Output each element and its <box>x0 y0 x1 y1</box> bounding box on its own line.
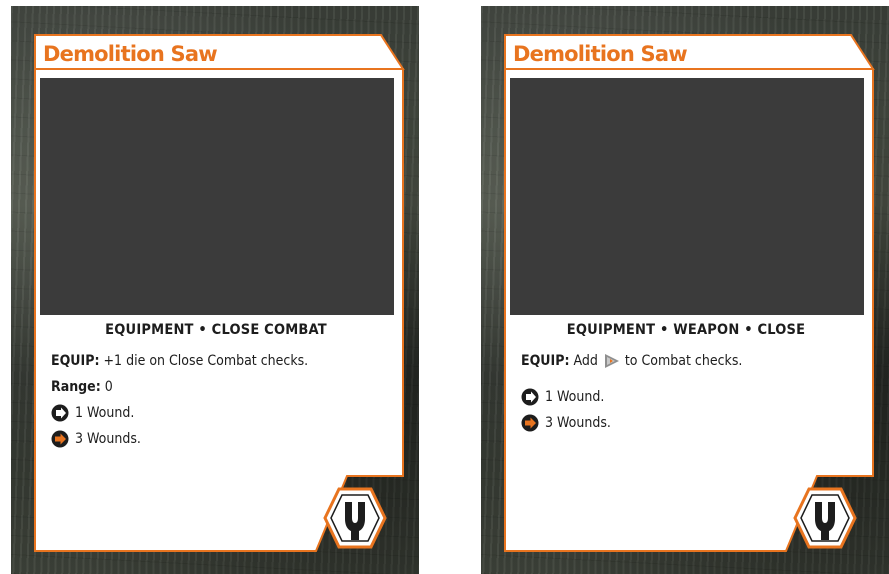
effect-line-2: 3 Wounds. <box>51 426 393 452</box>
equip-text-before: Add <box>573 353 598 369</box>
card-text-box: EQUIPMENT • WEAPON • CLOSE EQUIP: Add to… <box>509 322 863 436</box>
card-art-placeholder <box>40 78 394 315</box>
orange-arrow-icon <box>521 414 539 432</box>
effect-text-2: 3 Wounds. <box>545 415 611 431</box>
equip-line: EQUIP: +1 die on Close Combat checks. <box>51 348 393 374</box>
equip-text: +1 die on Close Combat checks. <box>103 353 309 369</box>
wrench-icon <box>323 487 387 549</box>
equip-text-after: to Combat checks. <box>624 353 743 369</box>
card-art-placeholder <box>510 78 864 315</box>
effect-line-1: 1 Wound. <box>521 384 863 410</box>
card-text-box: EQUIPMENT • CLOSE COMBAT EQUIP: +1 die o… <box>39 322 393 452</box>
effect-line-1: 1 Wound. <box>51 400 393 426</box>
effect-text-2: 3 Wounds. <box>75 431 141 447</box>
equip-label: EQUIP: <box>51 353 100 369</box>
equip-line: EQUIP: Add to Combat checks. <box>521 348 863 374</box>
range-value: 0 <box>104 379 113 395</box>
range-label: Range: <box>51 379 101 395</box>
range-line: Range: 0 <box>51 374 393 400</box>
effect-text-1: 1 Wound. <box>545 389 605 405</box>
wrench-icon <box>793 487 857 549</box>
card-title: Demolition Saw <box>43 42 218 66</box>
card-title: Demolition Saw <box>513 42 688 66</box>
black-arrow-icon <box>51 404 69 422</box>
orange-arrow-icon <box>51 430 69 448</box>
equipment-card-2[interactable]: Demolition Saw EQUIPMENT • WEAPON • CLOS… <box>481 6 889 574</box>
black-arrow-icon <box>521 388 539 406</box>
equip-label: EQUIP: <box>521 353 570 369</box>
effect-text-1: 1 Wound. <box>75 405 135 421</box>
card-keywords: EQUIPMENT • CLOSE COMBAT <box>105 322 327 338</box>
effect-line-2: 3 Wounds. <box>521 410 863 436</box>
proficiency-die-icon <box>604 354 619 368</box>
equipment-card-1[interactable]: Demolition Saw EQUIPMENT • CLOSE COMBAT … <box>11 6 419 574</box>
card-keywords: EQUIPMENT • WEAPON • CLOSE <box>566 322 806 338</box>
